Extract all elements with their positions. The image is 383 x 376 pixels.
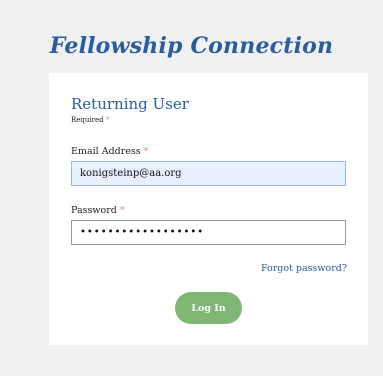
login-card: Returning User Required * Email Address … (49, 73, 368, 345)
section-title: Returning User (71, 95, 189, 113)
password-label-text: Password (71, 205, 117, 216)
password-field[interactable] (71, 220, 346, 245)
required-asterisk: * (105, 116, 110, 124)
email-label-text: Email Address (71, 146, 141, 157)
email-required-asterisk: * (143, 146, 149, 157)
password-label: Password * (71, 205, 125, 217)
required-note-text: Required (71, 116, 104, 124)
login-page: Fellowship Connection Returning User Req… (0, 0, 383, 376)
email-field[interactable] (71, 161, 346, 186)
login-button[interactable]: Log In (175, 292, 242, 324)
app-title: Fellowship Connection (49, 33, 334, 59)
required-note: Required * (71, 115, 109, 125)
email-label: Email Address * (71, 146, 148, 158)
password-required-asterisk: * (119, 205, 125, 216)
forgot-password-link[interactable]: Forgot password? (261, 263, 347, 275)
